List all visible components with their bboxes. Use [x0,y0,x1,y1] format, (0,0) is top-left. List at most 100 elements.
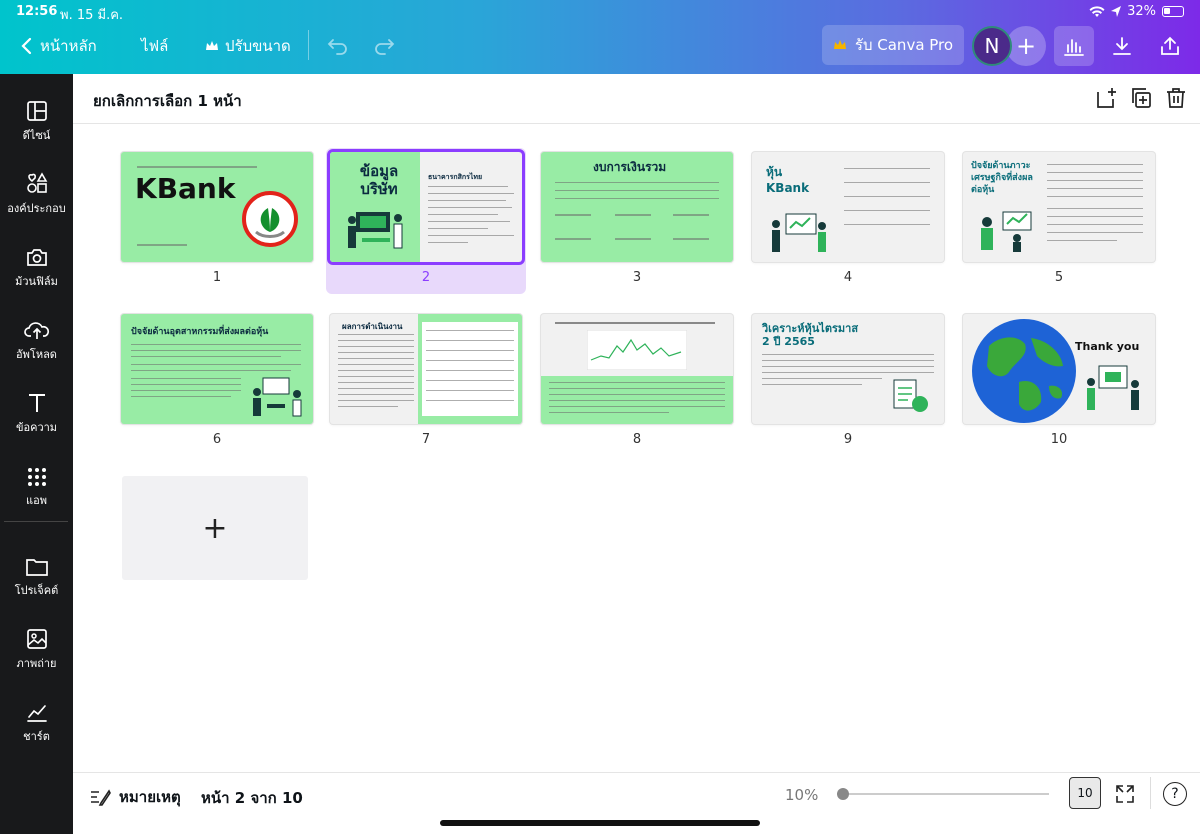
page-number: 1 [212,270,222,285]
sidebar: ดีไซน์ องค์ประกอบ ม้วนฟิล์ม อัพโหลด ข้อค… [0,74,73,834]
page-number: 10 [1050,432,1068,447]
slide-title: Thank you [1075,340,1140,353]
elements-icon [26,172,47,193]
document-illustration-icon [893,379,928,412]
help-button[interactable]: ? [1163,782,1187,806]
sidebar-divider [4,521,68,522]
zoom-slider[interactable] [837,788,1049,800]
share-add-button[interactable]: + [1006,26,1046,66]
sidebar-item-design[interactable]: ดีไซน์ [0,92,73,152]
page-number: 3 [632,270,642,285]
share-button[interactable] [1150,26,1190,66]
download-button[interactable] [1102,26,1142,66]
trash-icon[interactable] [1164,86,1188,110]
notes-button[interactable]: หมายเหตุ [89,785,181,809]
slide-title: ปัจจัยด้านอุตสาหกรรมที่ส่งผลต่อหุ้น [131,327,269,337]
camera-icon [26,249,47,266]
redo-icon [375,39,395,55]
slide-preview[interactable]: ข้อมูล บริษัท ธนาคารกสิกรไทย [330,152,522,262]
resize-label: ปรับขนาด [225,37,291,55]
slide-title: ปัจจัยด้านภาวะเศรษฐกิจที่ส่งผลต่อหุ้น [971,161,1033,195]
sidebar-item-camera-roll[interactable]: ม้วนฟิล์ม [0,238,73,298]
file-menu-button[interactable]: ไฟล์ [141,34,168,58]
slide-preview[interactable]: KBank [121,152,313,262]
people-illustration-icon [348,212,403,249]
slide-preview[interactable]: Thank you [963,314,1155,424]
slide-preview[interactable]: ปัจจัยด้านภาวะเศรษฐกิจที่ส่งผลต่อหุ้น [963,152,1155,262]
slide-title: งบการเงินรวม [593,160,667,174]
text-icon [28,394,45,412]
page-number: 5 [1054,270,1064,285]
notes-label: หมายเหตุ [119,788,181,806]
undo-icon [327,39,347,55]
slide-preview[interactable]: งบการเงินรวม [541,152,733,262]
slide-preview[interactable]: ปัจจัยด้านอุตสาหกรรมที่ส่งผลต่อหุ้น [121,314,313,424]
deselect-pages-button[interactable]: ยกเลิกการเลือก 1 หน้า [93,89,242,113]
sidebar-item-apps[interactable]: แอพ [0,457,73,517]
crown-icon [833,40,846,49]
sidebar-item-text[interactable]: ข้อความ [0,384,73,444]
back-button[interactable]: หน้าหลัก [20,34,97,58]
sidebar-label: ม้วนฟิล์ม [15,275,58,288]
grid-view-button[interactable]: 10 [1069,777,1101,809]
slide-preview[interactable] [541,314,733,424]
home-indicator [440,820,760,826]
people-illustration-icon [981,211,1032,252]
location-icon [1111,5,1122,17]
add-page-icon[interactable] [1094,86,1118,110]
sidebar-label: ข้อความ [15,421,58,434]
status-bar: 12:56 พ. 15 มี.ค. 32% [16,4,1184,23]
fullscreen-icon[interactable] [1115,784,1135,804]
add-page-button[interactable]: + [122,476,308,580]
globe-icon [972,319,1076,423]
share-icon [1161,36,1179,55]
pro-label: รับ Canva Pro [854,36,954,54]
sidebar-label: ภาพถ่าย [16,657,57,670]
bar-chart-icon [1064,39,1084,56]
sidebar-item-elements[interactable]: องค์ประกอบ [0,165,73,225]
slide-title: วิเคราะห์หุ้นไตรมาส 2 ปี 2565 [762,322,859,348]
page-number: 4 [843,270,853,285]
sidebar-item-charts[interactable]: ชาร์ต [0,693,73,753]
slide-title: หุ้น KBank [766,165,810,195]
zoom-slider-knob[interactable] [837,788,849,800]
redo-button[interactable] [364,26,404,66]
chevron-left-icon [21,37,32,55]
slide-preview[interactable]: วิเคราะห์หุ้นไตรมาส 2 ปี 2565 [752,314,944,424]
sidebar-label: โปรเจ็คต์ [14,584,59,597]
file-label: ไฟล์ [141,37,169,55]
sidebar-label: แอพ [26,494,47,507]
status-right: 32% [1089,4,1184,19]
page-number: 9 [843,432,853,447]
folder-icon [25,559,48,576]
plus-icon: + [202,510,228,546]
wifi-icon [1089,5,1105,17]
apps-icon [27,468,46,486]
bottom-divider [1150,777,1151,809]
sidebar-label: อัพโหลด [16,348,57,361]
photo-icon [26,629,47,649]
plus-icon: + [1015,32,1037,60]
slide-subtitle: ธนาคารกสิกรไทย [428,173,483,181]
sidebar-item-photos[interactable]: ภาพถ่าย [0,620,73,680]
sidebar-item-projects[interactable]: โปรเจ็คต์ [0,547,73,607]
status-time: 12:56 [16,4,58,19]
battery-icon [1162,6,1184,17]
kbank-logo-icon [242,191,298,247]
slide-preview[interactable]: ผลการดำเนินงาน [330,314,522,424]
slide-title: KBank [135,172,236,205]
avatar[interactable]: N [972,26,1012,66]
resize-button[interactable]: ปรับขนาด [205,34,291,58]
sidebar-label: ชาร์ต [23,730,50,743]
people-illustration-icon [772,213,826,252]
page-number: 7 [421,432,431,447]
sidebar-item-uploads[interactable]: อัพโหลด [0,311,73,371]
insights-button[interactable] [1054,26,1094,66]
slide-preview[interactable]: หุ้น KBank [752,152,944,262]
download-icon [1113,37,1131,55]
duplicate-page-icon[interactable] [1129,86,1153,110]
toolbar-divider [308,30,309,60]
get-canva-pro-button[interactable]: รับ Canva Pro [822,25,964,65]
undo-button[interactable] [318,26,358,66]
upload-icon [23,322,49,339]
